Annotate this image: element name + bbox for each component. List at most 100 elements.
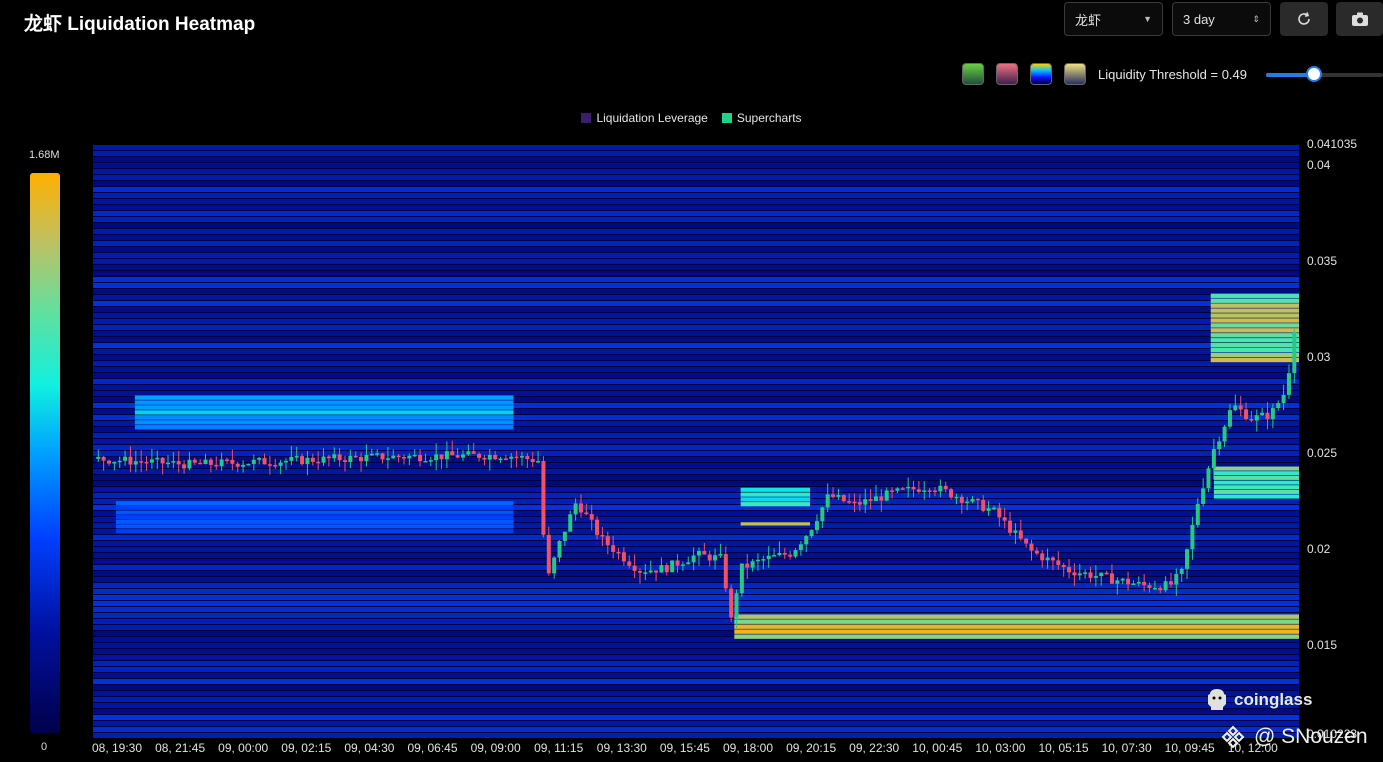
candle-body — [782, 552, 787, 555]
candle-body — [643, 572, 648, 574]
candle-body — [1115, 580, 1120, 584]
candle-body — [536, 461, 541, 463]
candle-body — [235, 463, 240, 467]
candle-body — [1126, 578, 1131, 585]
heat-band — [93, 487, 1299, 492]
heat-band — [93, 715, 1299, 720]
hot-zone — [134, 410, 514, 415]
hot-zone — [734, 629, 1299, 634]
candle-body — [847, 501, 852, 503]
candle-body — [348, 455, 353, 463]
candle-body — [702, 550, 707, 555]
hot-zone — [1210, 323, 1299, 328]
candle-body — [1158, 587, 1163, 591]
candle-body — [959, 496, 964, 503]
candle-body — [1249, 419, 1254, 421]
candle-body — [686, 562, 691, 565]
heat-band — [93, 721, 1299, 726]
candle-body — [1072, 572, 1077, 576]
candle-body — [627, 561, 632, 566]
heat-band — [93, 445, 1299, 450]
x-axis-tick-label: 10, 09:45 — [1164, 741, 1215, 755]
candle-body — [997, 507, 1002, 518]
heat-band — [93, 379, 1299, 384]
candle-body — [106, 460, 111, 464]
candle-body — [1286, 373, 1291, 395]
candle-body — [1067, 567, 1072, 573]
candle-body — [434, 454, 439, 461]
hot-zone — [1210, 333, 1299, 338]
candle-body — [423, 461, 428, 463]
heat-band — [93, 469, 1299, 474]
candle-body — [273, 465, 278, 467]
candle-body — [691, 555, 696, 563]
x-axis-tick-label: 09, 02:15 — [281, 741, 332, 755]
heat-band — [93, 709, 1299, 714]
heat-band — [93, 349, 1299, 354]
heat-band — [93, 193, 1299, 198]
heat-band — [93, 247, 1299, 252]
binance-icon — [1221, 725, 1245, 749]
y-axis-tick-label: 0.03 — [1307, 350, 1331, 365]
hot-zone — [734, 614, 1299, 619]
liquidation-heatmap[interactable] — [0, 0, 1383, 762]
hot-zone — [740, 502, 811, 507]
x-axis-tick-label: 10, 07:30 — [1101, 741, 1152, 755]
candle-body — [278, 462, 283, 466]
hot-zone — [115, 505, 514, 510]
heat-band — [93, 367, 1299, 372]
candle-body — [208, 459, 213, 465]
candle-body — [149, 459, 154, 463]
candle-body — [450, 451, 455, 456]
candle-body — [251, 459, 256, 464]
hot-zone — [734, 619, 1299, 624]
hot-zone — [115, 524, 514, 529]
candle-body — [729, 588, 734, 618]
heat-band — [93, 541, 1299, 546]
heat-band — [93, 667, 1299, 672]
candle-body — [493, 454, 498, 460]
candle-body — [680, 564, 685, 566]
candle-body — [1018, 530, 1023, 539]
heat-band — [93, 307, 1299, 312]
candle-body — [385, 458, 390, 460]
candle-body — [498, 458, 503, 461]
candle-body — [369, 453, 374, 456]
logo-text: coinglass — [1234, 690, 1313, 709]
heat-band — [93, 457, 1299, 462]
candle-body — [1238, 405, 1243, 410]
candle-body — [793, 550, 798, 557]
candle-body — [546, 534, 551, 574]
candle-body — [809, 530, 814, 537]
heat-band — [93, 313, 1299, 318]
x-axis-tick-label: 09, 11:15 — [534, 741, 584, 755]
candle-body — [203, 459, 208, 465]
heat-band — [93, 655, 1299, 660]
candle-body — [562, 531, 567, 541]
candle-body — [916, 489, 921, 492]
heat-band — [93, 595, 1299, 600]
heat-band — [93, 361, 1299, 366]
candle-body — [1168, 581, 1173, 585]
hot-zone — [1213, 471, 1299, 476]
candle-body — [943, 485, 948, 490]
candle-body — [412, 454, 417, 457]
hot-zone — [1210, 313, 1299, 318]
candle-body — [224, 459, 229, 461]
candle-body — [831, 494, 836, 497]
candle-body — [337, 454, 342, 461]
candle-body — [857, 502, 862, 505]
candle-body — [1002, 517, 1007, 521]
heat-band — [93, 271, 1299, 276]
candle-body — [418, 454, 423, 462]
heat-band — [93, 475, 1299, 480]
candle-body — [1233, 405, 1238, 411]
heat-band — [93, 385, 1299, 390]
candle-body — [1120, 578, 1125, 581]
candle-body — [396, 455, 401, 458]
candle-body — [777, 552, 782, 556]
candle-body — [1222, 426, 1227, 442]
hot-zone — [1210, 303, 1299, 308]
candle-body — [814, 521, 819, 531]
candle-body — [1152, 587, 1157, 590]
